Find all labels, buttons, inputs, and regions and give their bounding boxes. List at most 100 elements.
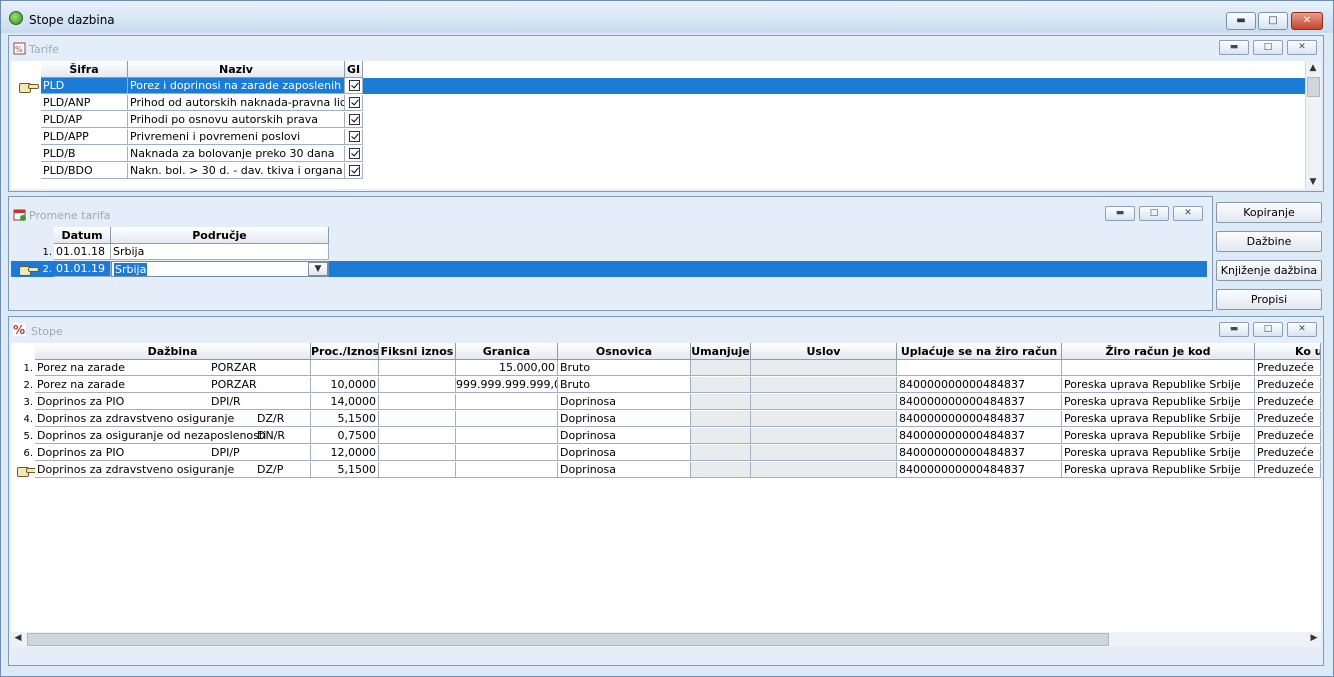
tarife-col-sifra[interactable]: Šifra bbox=[41, 61, 128, 78]
stope-cell-dazbina[interactable]: Porez na zarade PORZAR bbox=[35, 377, 311, 393]
stope-cell-racun[interactable]: 840000000000484837 bbox=[897, 394, 1062, 410]
stope-scroll-thumb[interactable] bbox=[27, 633, 1109, 646]
stope-cell-dazbina[interactable]: Doprinos za zdravstveno osiguranje DZ/P bbox=[35, 462, 311, 478]
stope-cell-racun[interactable]: 840000000000484837 bbox=[897, 428, 1062, 444]
gi-checkbox[interactable] bbox=[349, 148, 360, 159]
stope-cell-ko[interactable]: Preduzeće bbox=[1255, 394, 1321, 410]
stope-cell-fiksni[interactable] bbox=[379, 377, 456, 393]
stope-cell-fiksni[interactable] bbox=[379, 411, 456, 427]
stope-cell-racun[interactable]: 840000000000484837 bbox=[897, 462, 1062, 478]
stope-col-umanjuje[interactable]: Umanjuje bbox=[691, 343, 751, 360]
stope-cell-dazbina[interactable]: Doprinos za PIO DPI/P bbox=[35, 445, 311, 461]
stope-cell-uslov[interactable] bbox=[751, 377, 897, 393]
stope-cell-umanjuje[interactable] bbox=[691, 462, 751, 478]
chevron-down-icon[interactable]: ▼ bbox=[308, 262, 328, 276]
stope-cell-dazbina[interactable]: Doprinos za zdravstveno osiguranje DZ/R bbox=[35, 411, 311, 427]
stope-cell-fiksni[interactable] bbox=[379, 394, 456, 410]
stope-cell-uslov[interactable] bbox=[751, 462, 897, 478]
stope-cell-dazbina[interactable]: Porez na zarade PORZAR bbox=[35, 360, 311, 376]
stope-cell-granica[interactable]: 15.000,00 bbox=[456, 360, 558, 376]
stope-col-proc[interactable]: Proc./Iznos bbox=[311, 343, 379, 360]
tarife-cell-naziv[interactable]: Prihodi po osnovu autorskih prava bbox=[128, 112, 345, 128]
tarife-cell-gi[interactable] bbox=[345, 163, 363, 179]
stope-cell-racun[interactable]: 840000000000484837 bbox=[897, 411, 1062, 427]
tarife-minimize-button[interactable]: ▬ bbox=[1219, 40, 1249, 55]
stope-cell-umanjuje[interactable] bbox=[691, 428, 751, 444]
promene-col-podrucje[interactable]: Područje bbox=[111, 227, 329, 244]
propisi-button[interactable]: Propisi bbox=[1216, 289, 1322, 310]
stope-col-osnovica[interactable]: Osnovica bbox=[558, 343, 691, 360]
stope-cell-racun[interactable] bbox=[897, 360, 1062, 376]
tarife-cell-naziv[interactable]: Prihod od autorskih naknada-pravna lica bbox=[128, 95, 345, 111]
stope-col-granica[interactable]: Granica bbox=[456, 343, 558, 360]
stope-col-uplacuje[interactable]: Uplaćuje se na žiro račun bbox=[897, 343, 1062, 360]
minimize-button[interactable]: ▬ bbox=[1226, 12, 1256, 30]
stope-cell-osnovica[interactable]: Doprinosa bbox=[558, 394, 691, 410]
stope-cell-granica[interactable] bbox=[456, 445, 558, 461]
scroll-right-icon[interactable]: ▶ bbox=[1307, 633, 1321, 643]
stope-cell-umanjuje[interactable] bbox=[691, 394, 751, 410]
stope-cell-granica[interactable] bbox=[456, 428, 558, 444]
stope-cell-uslov[interactable] bbox=[751, 394, 897, 410]
stope-cell-ko[interactable]: Preduzeće bbox=[1255, 377, 1321, 393]
tarife-cell-naziv[interactable]: Porez i doprinosi na zarade zaposlenih bbox=[128, 78, 345, 94]
tarife-scroll-thumb[interactable] bbox=[1307, 77, 1320, 97]
stope-cell-fiksni[interactable] bbox=[379, 445, 456, 461]
stope-cell-granica[interactable] bbox=[456, 411, 558, 427]
scroll-left-icon[interactable]: ◀ bbox=[11, 633, 25, 643]
promene-cell-datum[interactable]: 01.01.19 bbox=[54, 261, 111, 277]
stope-cell-ko[interactable]: Preduzeće bbox=[1255, 445, 1321, 461]
promene-restore-button[interactable]: □ bbox=[1139, 206, 1169, 221]
tarife-cell-gi[interactable] bbox=[345, 146, 363, 162]
stope-cell-umanjuje[interactable] bbox=[691, 360, 751, 376]
tarife-col-gi[interactable]: GI bbox=[345, 61, 363, 78]
stope-cell-granica[interactable] bbox=[456, 462, 558, 478]
gi-checkbox[interactable] bbox=[349, 165, 360, 176]
tarife-cell-gi[interactable] bbox=[345, 112, 363, 128]
stope-cell-osnovica[interactable]: Doprinosa bbox=[558, 428, 691, 444]
stope-cell-fiksni[interactable] bbox=[379, 428, 456, 444]
scroll-up-icon[interactable]: ▲ bbox=[1306, 63, 1320, 73]
stope-cell-proc[interactable]: 5,1500 bbox=[311, 411, 379, 427]
stope-horizontal-scrollbar[interactable]: ◀ ▶ bbox=[11, 632, 1321, 647]
stope-cell-racun[interactable]: 840000000000484837 bbox=[897, 445, 1062, 461]
stope-col-ziro-kod[interactable]: Žiro račun je kod bbox=[1062, 343, 1255, 360]
stope-col-uslov[interactable]: Uslov bbox=[751, 343, 897, 360]
tarife-cell-naziv[interactable]: Naknada za bolovanje preko 30 dana bbox=[128, 146, 345, 162]
stope-cell-granica[interactable]: 999.999.999.999,00 bbox=[456, 377, 558, 393]
stope-cell-ziro-kod[interactable]: Poreska uprava Republike Srbije bbox=[1062, 377, 1255, 393]
stope-cell-ziro-kod[interactable]: Poreska uprava Republike Srbije bbox=[1062, 394, 1255, 410]
stope-col-fiksni[interactable]: Fiksni iznos bbox=[379, 343, 456, 360]
stope-cell-ko[interactable]: Preduzeće bbox=[1255, 360, 1321, 376]
stope-cell-osnovica[interactable]: Doprinosa bbox=[558, 411, 691, 427]
promene-close-button[interactable]: ✕ bbox=[1173, 206, 1203, 221]
stope-cell-dazbina[interactable]: Doprinos za PIO DPI/R bbox=[35, 394, 311, 410]
stope-cell-ziro-kod[interactable]: Poreska uprava Republike Srbije bbox=[1062, 411, 1255, 427]
stope-cell-ko[interactable]: Preduzeće bbox=[1255, 462, 1321, 478]
stope-cell-uslov[interactable] bbox=[751, 428, 897, 444]
stope-col-dazbina[interactable]: Dažbina bbox=[35, 343, 311, 360]
stope-cell-osnovica[interactable]: Doprinosa bbox=[558, 462, 691, 478]
stope-cell-ko[interactable]: Preduzeće bbox=[1255, 411, 1321, 427]
stope-cell-proc[interactable]: 12,0000 bbox=[311, 445, 379, 461]
gi-checkbox[interactable] bbox=[349, 114, 360, 125]
tarife-cell-sifra[interactable]: PLD/BDO bbox=[41, 163, 128, 179]
promene-col-datum[interactable]: Datum bbox=[54, 227, 111, 244]
stope-cell-proc[interactable] bbox=[311, 360, 379, 376]
stope-cell-umanjuje[interactable] bbox=[691, 445, 751, 461]
promene-cell-datum[interactable]: 01.01.18 bbox=[54, 244, 111, 260]
stope-cell-uslov[interactable] bbox=[751, 445, 897, 461]
stope-cell-granica[interactable] bbox=[456, 394, 558, 410]
stope-cell-uslov[interactable] bbox=[751, 360, 897, 376]
stope-cell-umanjuje[interactable] bbox=[691, 411, 751, 427]
gi-checkbox[interactable] bbox=[349, 80, 360, 91]
stope-cell-ziro-kod[interactable]: Poreska uprava Republike Srbije bbox=[1062, 428, 1255, 444]
tarife-cell-gi[interactable] bbox=[345, 129, 363, 145]
tarife-vertical-scrollbar[interactable]: ▲ ▼ bbox=[1305, 61, 1321, 189]
close-button[interactable]: ✕ bbox=[1291, 12, 1323, 30]
tarife-cell-gi[interactable] bbox=[345, 78, 363, 94]
stope-cell-proc[interactable]: 5,1500 bbox=[311, 462, 379, 478]
stope-cell-osnovica[interactable]: Doprinosa bbox=[558, 445, 691, 461]
stope-cell-proc[interactable]: 10,0000 bbox=[311, 377, 379, 393]
tarife-cell-sifra[interactable]: PLD/AP bbox=[41, 112, 128, 128]
